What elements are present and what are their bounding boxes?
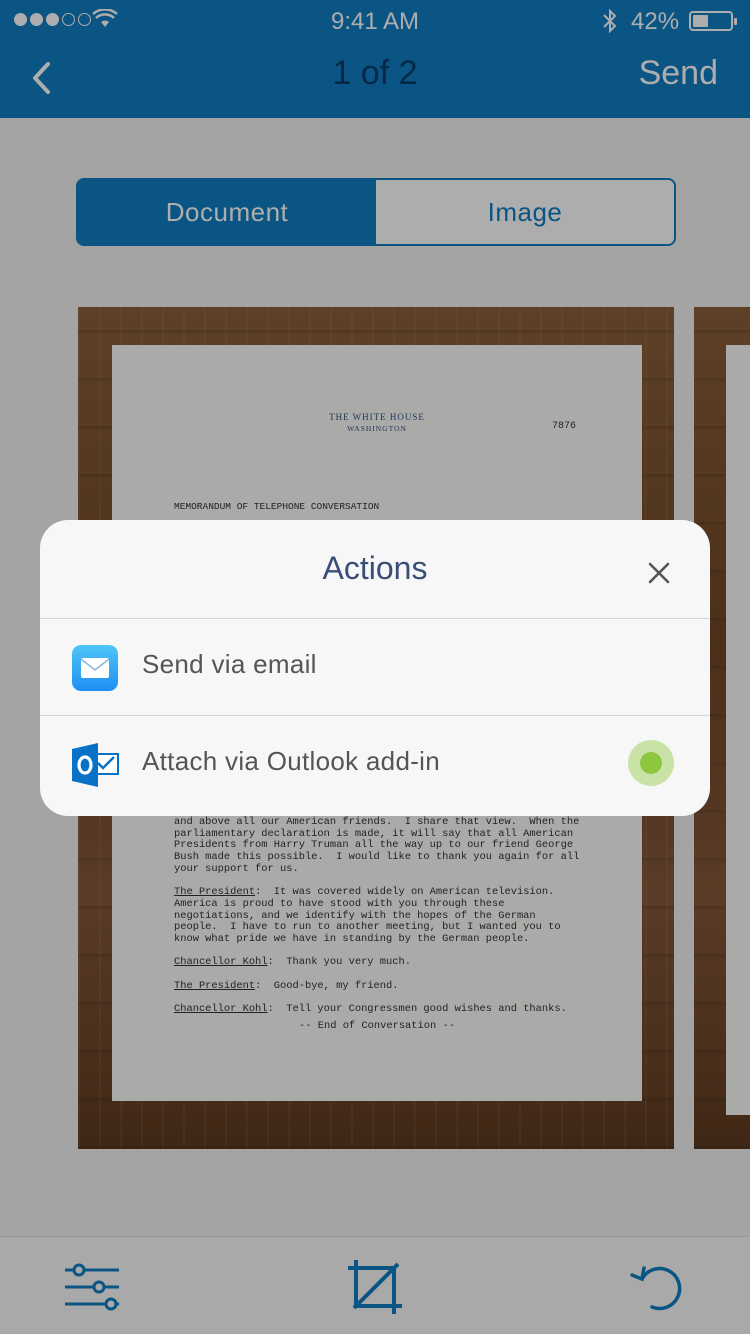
action-send-via-email[interactable]: Send via email <box>40 619 710 715</box>
actions-sheet: Actions Send via email Attach via Outloo… <box>40 520 710 816</box>
action-label: Attach via Outlook add-in <box>142 746 440 776</box>
actions-title: Actions <box>322 550 428 586</box>
mail-icon <box>72 645 118 691</box>
action-label: Send via email <box>142 649 317 679</box>
outlook-icon <box>72 743 119 787</box>
close-icon[interactable] <box>641 555 677 591</box>
action-attach-outlook[interactable]: Attach via Outlook add-in <box>40 716 710 812</box>
outlook-enabled-indicator[interactable] <box>628 740 674 786</box>
